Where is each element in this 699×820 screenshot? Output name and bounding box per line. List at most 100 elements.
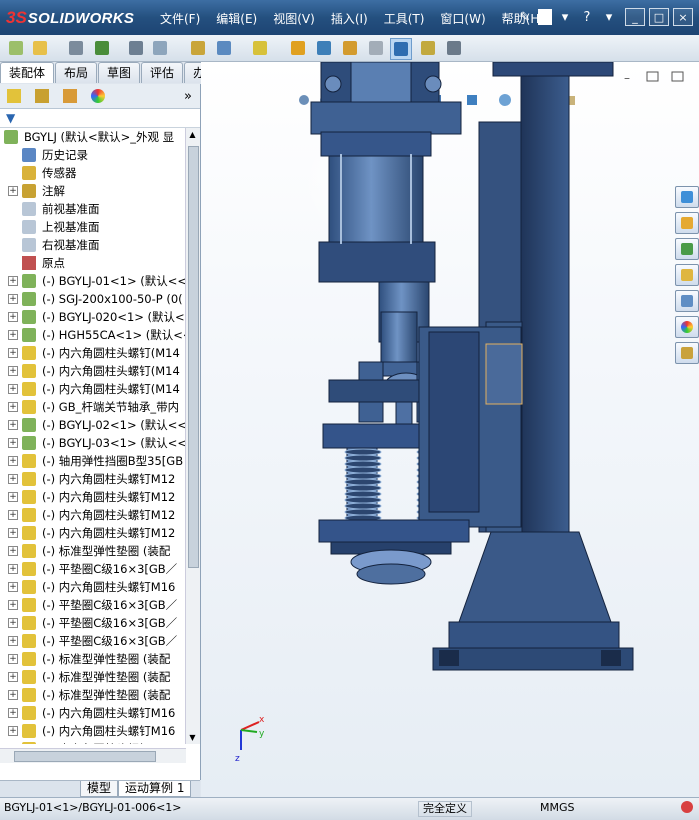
tree-item[interactable]: + (-) BGYLJ-03<1> (默认<< (0, 434, 187, 452)
tree-item[interactable]: 上视基准面 (0, 218, 186, 236)
tree-item[interactable]: 历史记录 (0, 146, 186, 164)
expand-icon[interactable]: + (8, 726, 18, 736)
dropdown-arrow-icon[interactable]: ▾ (600, 8, 618, 26)
tree-item[interactable]: + (-) 标准型弹性垫圈 (装配 (0, 650, 186, 668)
expand-icon[interactable]: + (8, 402, 18, 412)
smart-mates-icon[interactable] (418, 38, 438, 58)
filter-icon[interactable]: ▼ (6, 111, 15, 125)
tree-item[interactable]: + (-) 标准型弹性垫圈 (装配 (0, 542, 186, 560)
unit-system[interactable]: MMGS (540, 801, 575, 814)
feature-manager-tab-icon[interactable] (4, 87, 24, 105)
expand-icon[interactable]: + (8, 654, 18, 664)
tree-item[interactable]: 前视基准面 (0, 200, 186, 218)
viewport-window-controls[interactable]: – (624, 71, 684, 85)
options-icon[interactable] (444, 38, 464, 58)
tree-item[interactable]: + (-) 平垫圈C级16×3[GB／ (0, 614, 186, 632)
command-tab[interactable]: 评估 (141, 62, 184, 83)
scroll-thumb[interactable] (188, 146, 199, 568)
expand-icon[interactable]: + (8, 600, 18, 610)
command-tab[interactable]: 装配体 (0, 62, 55, 83)
appearances-icon[interactable] (675, 316, 699, 338)
menu-item[interactable]: 窗口(W) (432, 10, 493, 28)
file-explorer-icon[interactable] (675, 264, 699, 286)
graphics-area[interactable]: – x y z (201, 62, 699, 797)
tree-vertical-scrollbar[interactable]: ▲ ▼ (185, 128, 200, 744)
mate-icon[interactable] (92, 38, 112, 58)
tree-item[interactable]: + (-) 内六角圆柱头螺钉(M14 (0, 344, 186, 362)
tree-item[interactable]: + (-) BGYLJ-02<1> (默认<< (0, 416, 187, 434)
expand-icon[interactable]: + (8, 456, 18, 466)
expand-icon[interactable]: + (8, 348, 18, 358)
solidworks-resources-icon[interactable] (675, 186, 699, 208)
scroll-down-icon[interactable]: ▼ (188, 733, 197, 742)
expand-icon[interactable]: + (8, 546, 18, 556)
expand-icon[interactable]: + (8, 708, 18, 718)
home-icon[interactable] (675, 212, 699, 234)
expand-icon[interactable]: + (8, 294, 18, 304)
open-folder-icon[interactable] (30, 38, 50, 58)
expand-icon[interactable]: + (8, 672, 18, 682)
reference-geometry-icon[interactable] (340, 38, 360, 58)
expand-icon[interactable]: + (8, 474, 18, 484)
tree-item[interactable]: +(-) 内六角圆柱头螺钉M16 (0, 740, 186, 744)
menu-item[interactable]: 文件(F) (152, 10, 208, 28)
tree-item[interactable]: + (-) 平垫圈C级16×3[GB／ (0, 596, 186, 614)
tree-item[interactable]: + (-) 平垫圈C级16×3[GB／ (0, 560, 186, 578)
expand-icon[interactable]: + (8, 564, 18, 574)
expand-icon[interactable]: + (8, 186, 18, 196)
command-tab[interactable]: 布局 (55, 62, 98, 83)
menu-item[interactable]: 视图(V) (265, 10, 323, 28)
tree-item[interactable]: + (-) GB_杆端关节轴承_带内 (0, 398, 186, 416)
expand-icon[interactable]: + (8, 312, 18, 322)
tree-item[interactable]: + (-) SGJ-200x100-50-P (0( (0, 290, 186, 308)
custom-properties-icon[interactable] (675, 342, 699, 364)
rebuild-icon[interactable] (288, 38, 308, 58)
help-icon[interactable]: ? (578, 8, 596, 26)
tree-item[interactable]: + 注解 (0, 182, 186, 200)
smart-fastener-icon[interactable] (188, 38, 208, 58)
command-tab[interactable]: 草图 (98, 62, 141, 83)
expand-icon[interactable]: + (8, 582, 18, 592)
tree-item[interactable]: 原点 (0, 254, 186, 272)
tree-item[interactable]: + (-) 内六角圆柱头螺钉M12 (0, 470, 186, 488)
menu-item[interactable]: 插入(I) (323, 10, 376, 28)
expand-arrows-icon[interactable]: » (178, 87, 198, 105)
tree-item[interactable]: +(-) 内六角圆柱头螺钉M16 (0, 578, 186, 596)
close-button[interactable]: × (673, 8, 693, 26)
expand-icon[interactable]: + (8, 366, 18, 376)
tree-item[interactable]: + (-) 平垫圈C级16×3[GB／ (0, 632, 186, 650)
design-library-icon[interactable] (675, 238, 699, 260)
view-palette-icon[interactable] (675, 290, 699, 312)
expand-icon[interactable]: + (8, 636, 18, 646)
expand-icon[interactable]: + (8, 492, 18, 502)
tree-item[interactable]: + (-) 内六角圆柱头螺钉M12 (0, 506, 186, 524)
assembly-feature-icon[interactable] (314, 38, 334, 58)
expand-icon[interactable]: + (8, 510, 18, 520)
sketch-icon[interactable] (366, 38, 386, 58)
expand-icon[interactable]: + (8, 690, 18, 700)
expand-icon[interactable]: + (8, 384, 18, 394)
rotate-component-icon[interactable] (150, 38, 170, 58)
expand-icon[interactable]: + (8, 438, 18, 448)
configuration-manager-tab-icon[interactable] (60, 87, 80, 105)
expand-icon[interactable]: + (8, 330, 18, 340)
pin-icon[interactable]: ✎ (516, 8, 534, 26)
expand-icon[interactable]: + (8, 420, 18, 430)
move-component-icon[interactable] (126, 38, 146, 58)
tree-horizontal-scrollbar[interactable] (0, 748, 186, 763)
tree-item[interactable]: + (-) BGYLJ-020<1> (默认< (0, 308, 186, 326)
expand-icon[interactable]: + (8, 618, 18, 628)
tab-motion-study[interactable]: 运动算例 1 (118, 781, 192, 797)
maximize-button[interactable]: □ (649, 8, 669, 26)
tree-item[interactable]: + (-) HGH55CA<1> (默认<<< (0, 326, 200, 344)
minimize-button[interactable]: _ (625, 8, 645, 26)
tree-item[interactable]: + (-) 标准型弹性垫圈 (装配 (0, 668, 186, 686)
instant3d-icon[interactable] (390, 38, 412, 60)
tree-item[interactable]: + (-) 内六角圆柱头螺钉(M14 (0, 380, 186, 398)
scroll-up-icon[interactable]: ▲ (188, 130, 197, 139)
tree-item[interactable]: +(-) 内六角圆柱头螺钉M16 (0, 704, 186, 722)
explode-view-icon[interactable] (214, 38, 234, 58)
tree-item[interactable]: + (-) 内六角圆柱头螺钉M12 (0, 488, 186, 506)
scroll-thumb[interactable] (14, 751, 156, 762)
expand-icon[interactable]: + (8, 528, 18, 538)
